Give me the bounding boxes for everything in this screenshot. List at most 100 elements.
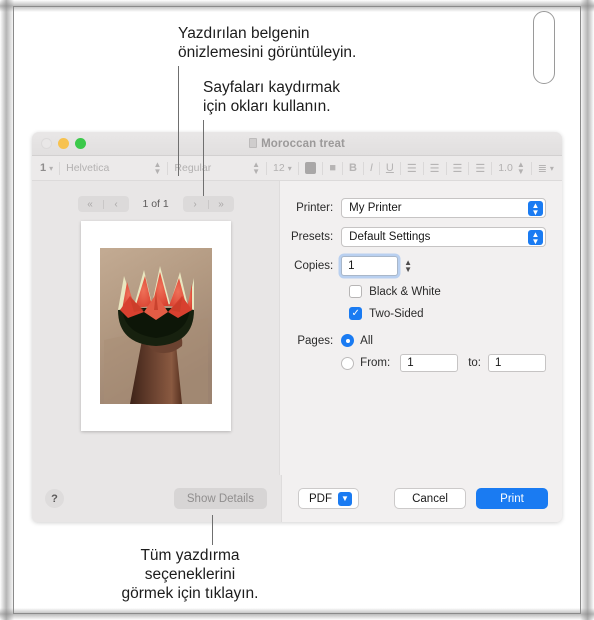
frame-right-line [580, 6, 581, 614]
pages-range-radio[interactable] [341, 356, 355, 370]
highlight-icon[interactable]: ■ [329, 162, 336, 174]
preview-page-wrapper [32, 221, 279, 431]
pdf-label: PDF [309, 492, 332, 505]
line-spacing-select[interactable]: 1.0 ▲ ▼ [498, 160, 525, 176]
printer-label: Printer: [296, 202, 334, 214]
document-icon [249, 137, 258, 148]
toolbar-divider [362, 161, 364, 175]
black-white-checkbox[interactable] [349, 285, 363, 298]
format-toolbar: 1 ▾ Helvetica ▲ ▼ Regular ▲ ▼ 12 ▾ ■ B I… [32, 156, 562, 181]
align-right-icon[interactable]: ☰ [453, 162, 463, 175]
previous-page-button[interactable]: ‹ [104, 196, 129, 212]
presets-select[interactable]: Default Settings ▲ ▼ [341, 227, 546, 247]
pages-range-row: From: 1 to: 1 [280, 354, 546, 372]
align-center-icon[interactable]: ☰ [430, 162, 440, 175]
black-white-label: Black & White [369, 285, 441, 298]
screenshot-root: Yazdırılan belgenin önizlemesini görüntü… [0, 0, 594, 620]
stepper-icon: ▲ ▼ [516, 160, 525, 176]
toolbar-divider [445, 161, 447, 175]
page-indicator: 1 of 1 [142, 198, 169, 210]
font-size-select[interactable]: 12 ▾ [273, 162, 292, 174]
cancel-button[interactable]: Cancel [394, 488, 466, 509]
watermelon-photo-icon [99, 248, 212, 404]
pages-all-radio[interactable] [341, 334, 355, 347]
copies-label: Copies: [294, 260, 334, 272]
print-button[interactable]: Print [476, 488, 548, 509]
two-sided-label: Two-Sided [369, 307, 424, 320]
presets-value: Default Settings [349, 231, 431, 243]
copies-row: Copies: 1 ▲ ▼ [280, 256, 546, 276]
copies-input[interactable]: 1 [341, 256, 399, 276]
sheet-bottom-left: ? Show Details [32, 475, 281, 522]
callout-preview-leader [178, 66, 179, 176]
frame-top-line [13, 6, 581, 7]
frame-vignette-bottom [0, 608, 594, 620]
align-left-icon[interactable]: ☰ [407, 162, 417, 175]
chevron-down-icon: ▾ [287, 163, 292, 173]
callout-arrows-text: Sayfaları kaydırmak için okları kullanın… [203, 79, 340, 115]
next-page-segment[interactable]: › » [182, 196, 234, 212]
toolbar-divider [468, 161, 470, 175]
list-number-value: 1 [40, 162, 47, 174]
line-spacing-value: 1.0 [498, 162, 513, 174]
pages-from-input[interactable]: 1 [400, 354, 459, 372]
copies-stepper[interactable]: ▲ ▼ [404, 259, 412, 274]
stepper-icon: ▲ ▼ [153, 160, 162, 176]
frame-bottom-line [13, 613, 581, 614]
copies-value: 1 [348, 260, 355, 272]
preview-page[interactable] [80, 221, 231, 431]
toolbar-divider [322, 161, 324, 175]
print-sheet: « ‹ 1 of 1 › » Printer: My Printer ▲ ▼ P… [32, 181, 562, 522]
sheet-bottom-right: PDF ▼ Cancel Print [281, 475, 562, 522]
two-sided-row[interactable]: ✓ Two-Sided [349, 307, 546, 320]
italic-button[interactable]: I [370, 162, 373, 174]
preview-nav-row: « ‹ 1 of 1 › » [32, 181, 279, 212]
presets-label: Presets: [290, 231, 334, 243]
print-options-rows: Printer: My Printer ▲ ▼ Presets: Default … [280, 181, 562, 372]
last-page-button[interactable]: » [209, 196, 234, 212]
chevron-updown-icon: ▲ ▼ [528, 230, 543, 245]
align-justify-icon[interactable]: ☰ [475, 162, 485, 175]
toolbar-divider [341, 161, 343, 175]
first-page-button[interactable]: « [78, 196, 103, 212]
text-color-swatch[interactable] [304, 162, 317, 174]
chevron-down-icon: ▾ [49, 163, 54, 173]
show-details-button[interactable]: Show Details [173, 488, 267, 509]
pages-from-value: 1 [407, 357, 414, 369]
list-style-select[interactable]: ≣ ▾ [538, 162, 554, 175]
pages-from-label: From: [360, 357, 391, 369]
app-window: Moroccan treat 1 ▾ Helvetica ▲ ▼ Regular … [32, 132, 562, 522]
two-sided-checkbox[interactable]: ✓ [349, 307, 363, 320]
presets-row: Presets: Default Settings ▲ ▼ [280, 227, 546, 247]
help-button[interactable]: ? [45, 489, 64, 508]
bold-button[interactable]: B [349, 162, 357, 174]
printer-select[interactable]: My Printer ▲ ▼ [341, 198, 546, 218]
font-size-value: 12 [273, 162, 285, 174]
toolbar-divider [530, 161, 532, 175]
toolbar-divider [378, 161, 380, 175]
frame-vignette-top [0, 0, 594, 12]
list-number-control[interactable]: 1 ▾ [40, 162, 53, 174]
scrollbar-thumb-icon[interactable] [533, 11, 555, 84]
chevron-down-icon: ▼ [338, 491, 352, 506]
toolbar-divider [491, 161, 493, 175]
next-page-button[interactable]: › [183, 196, 208, 212]
font-family-select[interactable]: Helvetica ▲ ▼ [66, 160, 162, 176]
underline-button[interactable]: U [386, 162, 394, 174]
pdf-menu-button[interactable]: PDF ▼ [298, 488, 359, 509]
pages-to-input[interactable]: 1 [488, 354, 546, 372]
printer-row: Printer: My Printer ▲ ▼ [280, 198, 546, 218]
window-title: Moroccan treat [32, 137, 562, 150]
font-style-select[interactable]: Regular ▲ ▼ [174, 160, 261, 176]
stepper-icon: ▲ ▼ [252, 160, 261, 176]
toolbar-divider [399, 161, 401, 175]
bullet-list-icon: ≣ [537, 162, 547, 175]
callout-preview-text: Yazdırılan belgenin önizlemesini görüntü… [178, 25, 357, 61]
printer-value: My Printer [349, 202, 402, 214]
black-white-row[interactable]: Black & White [349, 285, 546, 298]
font-style-value: Regular [174, 162, 212, 174]
frame-vignette-right [580, 0, 594, 620]
prev-page-segment[interactable]: « ‹ [77, 196, 129, 212]
font-family-value: Helvetica [66, 162, 110, 174]
toolbar-divider [167, 161, 169, 175]
